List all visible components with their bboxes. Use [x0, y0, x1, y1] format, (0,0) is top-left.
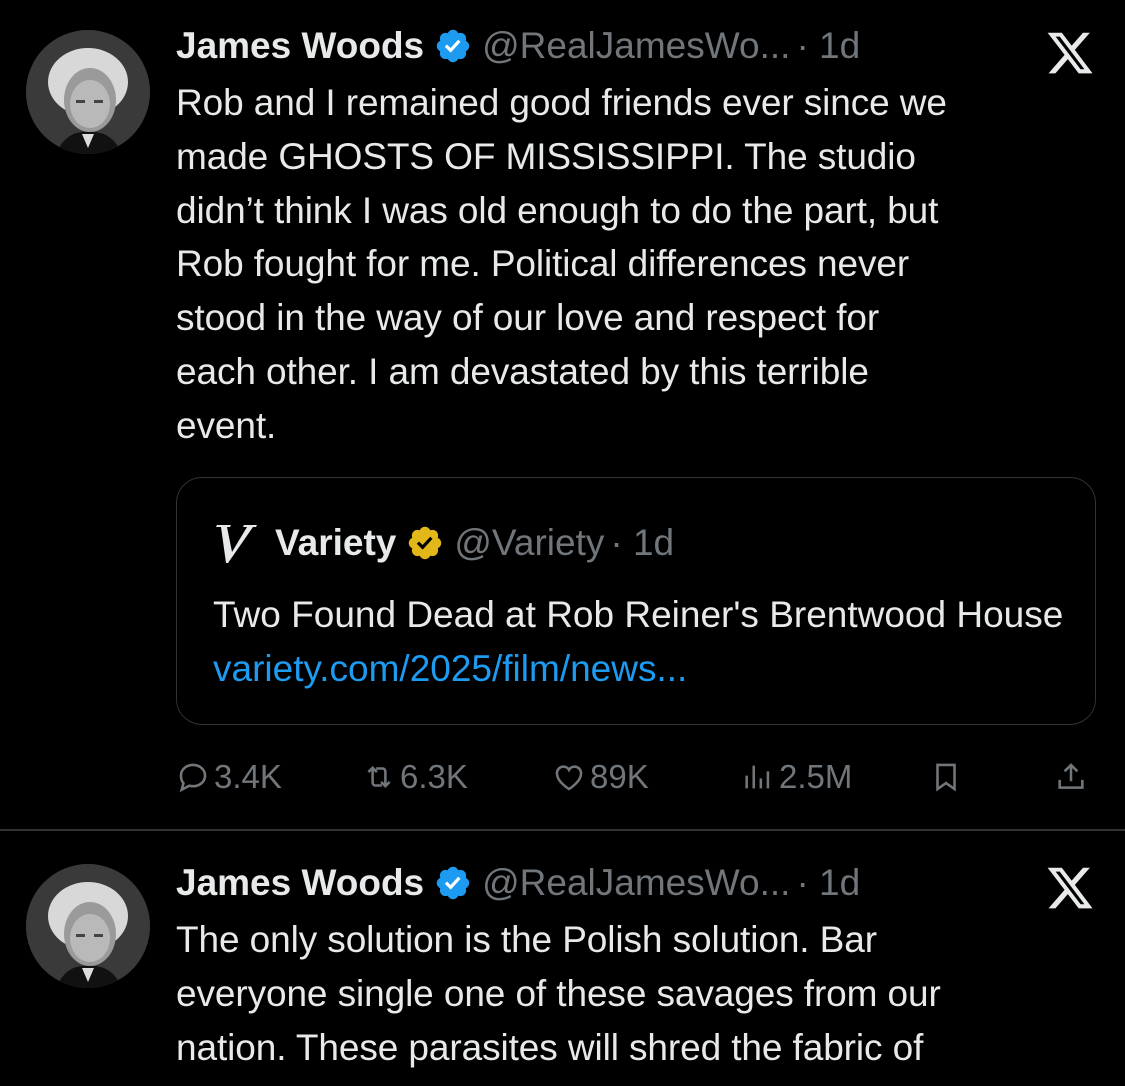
share-icon [1058, 763, 1084, 789]
quote-text-container: Two Found Dead at Rob Reiner's Brentwood… [213, 588, 1083, 696]
views-button[interactable]: 2.5M [741, 752, 852, 802]
author-name[interactable]: James Woods [176, 862, 424, 904]
author-handle[interactable]: @RealJamesWo... [482, 862, 790, 904]
like-button[interactable]: 89K [552, 752, 649, 802]
heart-icon [555, 765, 583, 791]
avatar[interactable] [26, 30, 150, 154]
repost-count: 6.3K [400, 758, 468, 795]
like-count: 89K [590, 758, 649, 795]
tweet[interactable]: James Woods @RealJamesWo... · 1d Rob and… [0, 0, 1125, 829]
tweet-text: Rob and I remained good friends ever sin… [176, 82, 947, 446]
gold-verified-badge-icon [406, 524, 444, 562]
tweet-header: James Woods @RealJamesWo... · 1d [176, 858, 860, 908]
verified-badge-icon [434, 27, 472, 65]
avatar[interactable] [26, 864, 150, 988]
views-icon [745, 765, 770, 789]
author-name[interactable]: James Woods [176, 25, 424, 67]
x-logo-icon [1045, 863, 1095, 913]
tweet[interactable]: James Woods @RealJamesWo... · 1d The onl… [0, 831, 1125, 1086]
x-logo-icon [1045, 28, 1095, 78]
tweet-actions: 3.4K 6.3K 89K 2.5M [176, 752, 1096, 802]
quote-header: Variety @Variety · 1d [213, 518, 674, 568]
bookmark-button[interactable] [929, 752, 967, 802]
timestamp[interactable]: · 1d [796, 862, 860, 904]
tweet-header: James Woods @RealJamesWo... · 1d [176, 21, 860, 71]
reply-icon [179, 763, 207, 793]
reply-button[interactable]: 3.4K [176, 752, 282, 802]
repost-button[interactable]: 6.3K [362, 752, 468, 802]
quote-timestamp[interactable]: · 1d [610, 522, 674, 564]
verified-badge-icon [434, 864, 472, 902]
quote-author-handle[interactable]: @Variety [454, 522, 604, 564]
share-button[interactable] [1054, 752, 1092, 802]
avatar-image [26, 864, 150, 988]
quote-text: Two Found Dead at Rob Reiner's Brentwood… [213, 594, 1064, 635]
quote-link[interactable]: variety.com/2025/film/news... [213, 648, 687, 689]
quote-author-name[interactable]: Variety [275, 522, 396, 564]
view-count: 2.5M [779, 758, 853, 795]
timestamp[interactable]: · 1d [796, 25, 860, 67]
bookmark-icon [936, 763, 956, 792]
reply-count: 3.4K [214, 758, 282, 795]
tweet-text: The only solution is the Polish solution… [176, 919, 941, 1068]
author-handle[interactable]: @RealJamesWo... [482, 25, 790, 67]
avatar-image [26, 30, 150, 154]
repost-icon [367, 765, 391, 789]
quoted-tweet[interactable]: Variety @Variety · 1d Two Found Dead at … [176, 477, 1096, 725]
variety-logo-icon [213, 519, 261, 567]
